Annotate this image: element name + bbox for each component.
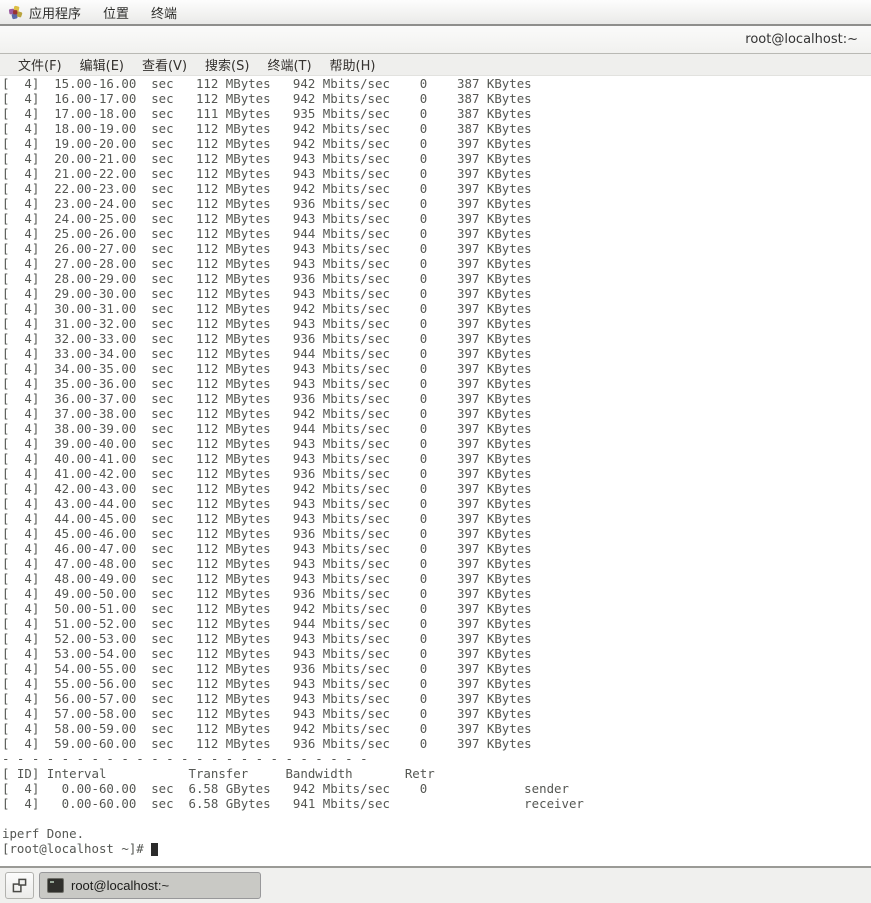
places-menu[interactable]: 位置 (92, 0, 140, 24)
taskbar: root@localhost:~ (0, 866, 871, 903)
top-panel: 应用程序 位置 终端 (0, 0, 871, 26)
terminal-line: [ 4] 30.00-31.00 sec 112 MBytes 942 Mbit… (2, 301, 871, 316)
terminal-line: [ 4] 56.00-57.00 sec 112 MBytes 943 Mbit… (2, 691, 871, 706)
terminal-line: [ 4] 25.00-26.00 sec 112 MBytes 944 Mbit… (2, 226, 871, 241)
terminal-line: [ 4] 17.00-18.00 sec 111 MBytes 935 Mbit… (2, 106, 871, 121)
terminal-line: [ 4] 27.00-28.00 sec 112 MBytes 943 Mbit… (2, 256, 871, 271)
window-title-bar[interactable]: root@localhost:~ (0, 26, 871, 54)
terminal-line: [ 4] 24.00-25.00 sec 112 MBytes 943 Mbit… (2, 211, 871, 226)
terminal-line: [ 4] 16.00-17.00 sec 112 MBytes 942 Mbit… (2, 91, 871, 106)
terminal-line: [ 4] 44.00-45.00 sec 112 MBytes 943 Mbit… (2, 511, 871, 526)
terminal-line: [ 4] 23.00-24.00 sec 112 MBytes 936 Mbit… (2, 196, 871, 211)
terminal-menubar: 文件(F)编辑(E)查看(V)搜索(S)终端(T)帮助(H) (0, 54, 871, 76)
terminal-line: [ 4] 58.00-59.00 sec 112 MBytes 942 Mbit… (2, 721, 871, 736)
terminal-line: [ 4] 47.00-48.00 sec 112 MBytes 943 Mbit… (2, 556, 871, 571)
terminal-line: [ 4] 54.00-55.00 sec 112 MBytes 936 Mbit… (2, 661, 871, 676)
terminal-screen[interactable]: [ 4] 15.00-16.00 sec 112 MBytes 942 Mbit… (0, 76, 871, 866)
window-list-button[interactable] (5, 872, 34, 899)
terminal-line: [ 4] 29.00-30.00 sec 112 MBytes 943 Mbit… (2, 286, 871, 301)
terminal-line: [ 4] 48.00-49.00 sec 112 MBytes 943 Mbit… (2, 571, 871, 586)
terminal-line: [ 4] 18.00-19.00 sec 112 MBytes 942 Mbit… (2, 121, 871, 136)
panel-terminal-menu-label: 终端 (151, 3, 177, 22)
terminal-line: [ 4] 43.00-44.00 sec 112 MBytes 943 Mbit… (2, 496, 871, 511)
desktop: 应用程序 位置 终端 root@localhost:~ 文件(F)编辑(E)查看… (0, 0, 871, 903)
terminal-line: [ 4] 50.00-51.00 sec 112 MBytes 942 Mbit… (2, 601, 871, 616)
terminal-line: [ 4] 34.00-35.00 sec 112 MBytes 943 Mbit… (2, 361, 871, 376)
terminal-line: [ 4] 19.00-20.00 sec 112 MBytes 942 Mbit… (2, 136, 871, 151)
applications-menu[interactable]: 应用程序 (6, 0, 92, 24)
terminal-cursor (151, 843, 158, 856)
terminal-line: [ 4] 37.00-38.00 sec 112 MBytes 942 Mbit… (2, 406, 871, 421)
terminal-line: [ 4] 22.00-23.00 sec 112 MBytes 942 Mbit… (2, 181, 871, 196)
terminal-line: [ 4] 45.00-46.00 sec 112 MBytes 936 Mbit… (2, 526, 871, 541)
window-title: root@localhost:~ (745, 32, 858, 47)
window-list-icon (12, 878, 27, 893)
menubar-item-file[interactable]: 文件(F) (9, 54, 71, 75)
terminal-line: [ 4] 31.00-32.00 sec 112 MBytes 943 Mbit… (2, 316, 871, 331)
terminal-prompt-text: [root@localhost ~]# (2, 841, 151, 856)
terminal-line: [ 4] 28.00-29.00 sec 112 MBytes 936 Mbit… (2, 271, 871, 286)
menubar-item-search[interactable]: 搜索(S) (196, 54, 258, 75)
terminal-summary-line: [ 4] 0.00-60.00 sec 6.58 GBytes 942 Mbit… (2, 781, 871, 796)
terminal-line: [ 4] 26.00-27.00 sec 112 MBytes 943 Mbit… (2, 241, 871, 256)
terminal-line: [ 4] 41.00-42.00 sec 112 MBytes 936 Mbit… (2, 466, 871, 481)
terminal-prompt: [root@localhost ~]# (2, 841, 871, 856)
terminal-summary-header: [ ID] Interval Transfer Bandwidth Retr (2, 766, 871, 781)
terminal-line: [ 4] 36.00-37.00 sec 112 MBytes 936 Mbit… (2, 391, 871, 406)
terminal-line: [ 4] 59.00-60.00 sec 112 MBytes 936 Mbit… (2, 736, 871, 751)
menubar-item-help[interactable]: 帮助(H) (321, 54, 385, 75)
terminal-line: [ 4] 20.00-21.00 sec 112 MBytes 943 Mbit… (2, 151, 871, 166)
terminal-line: [ 4] 40.00-41.00 sec 112 MBytes 943 Mbit… (2, 451, 871, 466)
menubar-item-terminal[interactable]: 终端(T) (258, 54, 320, 75)
terminal-line: [ 4] 15.00-16.00 sec 112 MBytes 942 Mbit… (2, 76, 871, 91)
terminal-line: [ 4] 51.00-52.00 sec 112 MBytes 944 Mbit… (2, 616, 871, 631)
terminal-line: [ 4] 35.00-36.00 sec 112 MBytes 943 Mbit… (2, 376, 871, 391)
terminal-line: [ 4] 32.00-33.00 sec 112 MBytes 936 Mbit… (2, 331, 871, 346)
terminal-line: [ 4] 49.00-50.00 sec 112 MBytes 936 Mbit… (2, 586, 871, 601)
places-menu-label: 位置 (103, 3, 129, 22)
terminal-line: [ 4] 55.00-56.00 sec 112 MBytes 943 Mbit… (2, 676, 871, 691)
menubar-item-edit[interactable]: 编辑(E) (71, 54, 133, 75)
terminal-separator-line: - - - - - - - - - - - - - - - - - - - - … (2, 751, 871, 766)
terminal-blank-line (2, 811, 871, 826)
panel-terminal-menu[interactable]: 终端 (140, 0, 188, 24)
menubar-item-view[interactable]: 查看(V) (133, 54, 196, 75)
terminal-icon (47, 878, 64, 893)
terminal-done-line: iperf Done. (2, 826, 871, 841)
taskbar-window-label: root@localhost:~ (71, 878, 169, 893)
taskbar-window-button[interactable]: root@localhost:~ (39, 872, 261, 899)
terminal-line: [ 4] 39.00-40.00 sec 112 MBytes 943 Mbit… (2, 436, 871, 451)
terminal-summary-line: [ 4] 0.00-60.00 sec 6.58 GBytes 941 Mbit… (2, 796, 871, 811)
applications-menu-label: 应用程序 (29, 3, 81, 22)
terminal-line: [ 4] 52.00-53.00 sec 112 MBytes 943 Mbit… (2, 631, 871, 646)
terminal-line: [ 4] 33.00-34.00 sec 112 MBytes 944 Mbit… (2, 346, 871, 361)
terminal-line: [ 4] 38.00-39.00 sec 112 MBytes 944 Mbit… (2, 421, 871, 436)
terminal-line: [ 4] 57.00-58.00 sec 112 MBytes 943 Mbit… (2, 706, 871, 721)
terminal-line: [ 4] 53.00-54.00 sec 112 MBytes 943 Mbit… (2, 646, 871, 661)
terminal-line: [ 4] 42.00-43.00 sec 112 MBytes 942 Mbit… (2, 481, 871, 496)
applications-icon (8, 5, 23, 20)
terminal-line: [ 4] 21.00-22.00 sec 112 MBytes 943 Mbit… (2, 166, 871, 181)
terminal-line: [ 4] 46.00-47.00 sec 112 MBytes 943 Mbit… (2, 541, 871, 556)
